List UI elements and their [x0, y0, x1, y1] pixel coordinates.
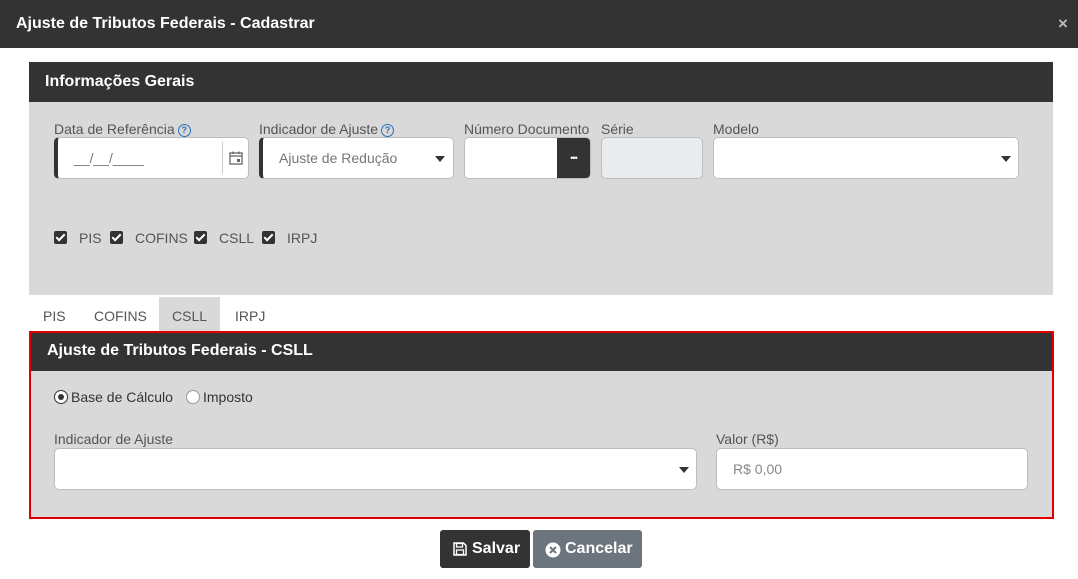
- indicador-ajuste-value: Ajuste de Redução: [279, 150, 398, 166]
- checkbox-pis[interactable]: [54, 231, 67, 244]
- tab-cofins[interactable]: COFINS: [81, 297, 160, 331]
- chevron-down-icon: [1001, 156, 1011, 162]
- radio-label-imposto: Imposto: [203, 389, 253, 405]
- tab-csll[interactable]: CSLL: [159, 297, 221, 331]
- modelo-label: Modelo: [713, 121, 759, 137]
- general-info-header: Informações Gerais: [29, 62, 1053, 102]
- divider: [222, 142, 223, 174]
- checkbox-label-pis: PIS: [79, 230, 102, 246]
- checkbox-irpj[interactable]: [262, 231, 275, 244]
- save-button-label: Salvar: [472, 540, 521, 557]
- checkbox-label-cofins: COFINS: [135, 230, 188, 246]
- checkbox-label-csll: CSLL: [219, 230, 255, 246]
- radio-base-calculo[interactable]: [54, 390, 68, 404]
- help-icon[interactable]: ?: [381, 124, 395, 137]
- dialog-title: Ajuste de Tributos Federais - Cadastrar: [16, 15, 315, 32]
- floppy-disk-icon: [453, 542, 467, 556]
- save-button[interactable]: Salvar: [440, 530, 530, 568]
- general-info-panel: Data de Referência? __/__/____ Indicador…: [29, 102, 1053, 295]
- chevron-down-icon: [679, 467, 689, 473]
- radio-imposto[interactable]: [186, 390, 200, 404]
- valor-placeholder: R$ 0,00: [733, 461, 783, 477]
- cancel-circle-icon: [545, 542, 561, 558]
- csll-header: Ajuste de Tributos Federais - CSLL: [31, 333, 1052, 371]
- numero-documento-label: Número Documento: [464, 121, 590, 137]
- modelo-select[interactable]: [713, 137, 1019, 179]
- csll-indicador-ajuste-label: Indicador de Ajuste: [54, 431, 174, 447]
- checkbox-label-irpj: IRPJ: [287, 230, 318, 246]
- cancel-button-label: Cancelar: [565, 540, 633, 557]
- checkbox-csll[interactable]: [194, 231, 207, 244]
- search-more-button[interactable]: •••: [557, 138, 590, 178]
- indicador-ajuste-select[interactable]: Ajuste de Redução: [259, 137, 454, 179]
- tab-pis[interactable]: PIS: [30, 297, 79, 331]
- calendar-icon[interactable]: [228, 150, 244, 166]
- chevron-down-icon: [435, 156, 445, 162]
- checkbox-cofins[interactable]: [110, 231, 123, 244]
- indicador-ajuste-label: Indicador de Ajuste?: [259, 121, 395, 137]
- serie-label: Série: [601, 121, 634, 137]
- valor-label: Valor (R$): [716, 431, 779, 447]
- data-referencia-value: __/__/____: [74, 150, 145, 166]
- serie-input: [601, 137, 703, 179]
- numero-documento-input[interactable]: •••: [464, 137, 591, 179]
- radio-label-base-calculo: Base de Cálculo: [71, 389, 173, 405]
- data-referencia-input[interactable]: __/__/____: [54, 137, 249, 179]
- csll-indicador-ajuste-select[interactable]: [54, 448, 697, 490]
- valor-input[interactable]: R$ 0,00: [716, 448, 1028, 490]
- help-icon[interactable]: ?: [177, 124, 191, 137]
- dialog-titlebar: Ajuste de Tributos Federais - Cadastrar …: [0, 0, 1078, 48]
- data-referencia-label: Data de Referência?: [54, 121, 191, 137]
- csll-panel: Base de Cálculo Imposto Indicador de Aju…: [31, 371, 1052, 517]
- cancel-button[interactable]: Cancelar: [533, 530, 642, 568]
- close-icon[interactable]: ×: [1054, 14, 1072, 34]
- tab-irpj[interactable]: IRPJ: [222, 297, 278, 331]
